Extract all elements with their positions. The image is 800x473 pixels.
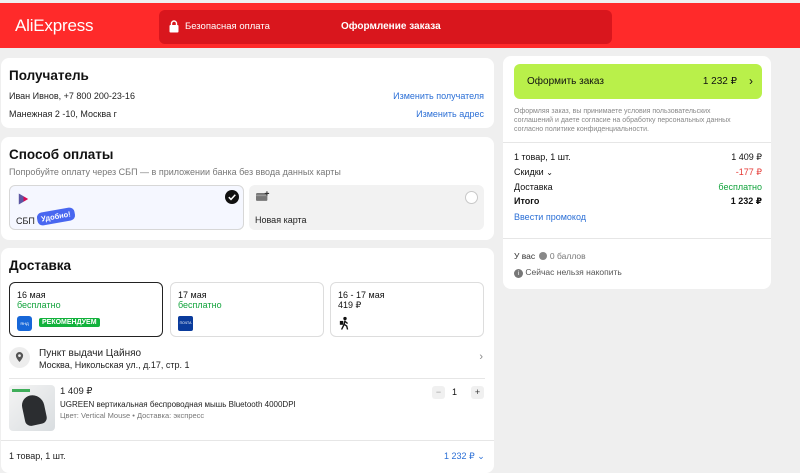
change-recipient-link[interactable]: Изменить получателя xyxy=(393,91,484,101)
place-order-button[interactable]: Оформить заказ 1 232 ₽ › xyxy=(514,64,762,99)
change-address-link[interactable]: Изменить адрес xyxy=(416,109,484,119)
chevron-down-icon: ⌄ xyxy=(546,168,553,177)
summary-row-delivery: Доставка бесплатно xyxy=(514,182,762,192)
points-note-text: Сейчас нельзя накопить xyxy=(525,267,622,277)
payment-hint: Попробуйте оплату через СБП — в приложен… xyxy=(9,167,341,177)
recipient-address: Манежная 2 -10, Москва г xyxy=(9,109,117,119)
quantity-increase-button[interactable]: + xyxy=(471,386,484,399)
summary-value: -177 ₽ xyxy=(735,167,762,177)
points-coin-icon xyxy=(538,252,547,260)
recommended-badge: РЕКОМЕНДУЕМ xyxy=(39,318,100,327)
points-note: i Сейчас нельзя накопить xyxy=(514,267,622,278)
secure-payment-label: Безопасная оплата xyxy=(185,21,270,32)
footer-total-value: 1 232 ₽ xyxy=(444,451,475,461)
quantity-decrease-button[interactable]: − xyxy=(432,386,445,399)
checkout-bar: Безопасная оплата Оформление заказа xyxy=(159,10,612,44)
summary-label: Доставка xyxy=(514,182,553,192)
sbp-label: СБП xyxy=(16,216,35,226)
delivery-date: 16 мая xyxy=(17,290,46,300)
pickup-point-address: Москва, Никольская ул., д.17, стр. 1 xyxy=(39,360,190,370)
recipient-heading: Получатель xyxy=(9,68,89,83)
product-price: 1 409 ₽ xyxy=(60,386,93,397)
delivery-option-3[interactable]: 16 - 17 мая 419 ₽ xyxy=(330,282,484,337)
pickup-point-icon xyxy=(9,347,30,368)
divider xyxy=(503,238,771,239)
chevron-right-icon: › xyxy=(749,74,753,88)
courier-icon xyxy=(339,316,349,330)
pickup-point-title: Пункт выдачи Цайняо xyxy=(39,348,142,359)
summary-value: 1 409 ₽ xyxy=(731,152,762,162)
points-prefix: У вас xyxy=(514,251,536,261)
divider xyxy=(503,142,771,143)
aliexpress-logo[interactable]: AliExpress xyxy=(15,16,94,36)
new-card-label: Новая карта xyxy=(255,215,307,225)
pickup-point-row[interactable]: Пункт выдачи Цайняо Москва, Никольская у… xyxy=(9,345,485,373)
product-thumbnail[interactable] xyxy=(9,385,55,431)
delivery-footer-count: 1 товар, 1 шт. xyxy=(9,451,66,461)
divider xyxy=(9,378,485,379)
summary-value: бесплатно xyxy=(718,182,762,192)
payment-option-new-card[interactable]: Новая карта xyxy=(249,185,484,230)
chevron-down-icon: ⌄ xyxy=(477,451,485,461)
product-row: 1 409 ₽ UGREEN вертикальная беспроводная… xyxy=(9,383,485,433)
legal-line-3: согласно политике конфиденциальности. xyxy=(514,126,649,133)
summary-label: Итого xyxy=(514,196,540,206)
page-title: Оформление заказа xyxy=(341,21,441,32)
recipient-card: Получатель Иван Ивнов, +7 800 200-23-16 … xyxy=(1,58,494,128)
summary-label: Скидки xyxy=(514,167,544,177)
sbp-convenient-badge: Удобно! xyxy=(36,206,76,227)
points-balance: У вас 0 баллов xyxy=(514,251,586,261)
selected-check-icon xyxy=(225,190,239,204)
russian-post-icon: ПОЧТА xyxy=(178,316,193,331)
delivery-option-2[interactable]: 17 мая бесплатно ПОЧТА xyxy=(170,282,324,337)
product-meta: Цвет: Vertical Mouse • Доставка: экспрес… xyxy=(60,411,205,420)
product-title[interactable]: UGREEN вертикальная беспроводная мышь Bl… xyxy=(60,400,296,409)
lock-icon xyxy=(169,20,179,33)
new-card-radio[interactable] xyxy=(465,191,478,204)
points-value: 0 баллов xyxy=(549,251,586,261)
quantity-value[interactable]: 1 xyxy=(452,387,457,397)
delivery-heading: Доставка xyxy=(9,258,72,273)
summary-row-discounts[interactable]: Скидки ⌄ -177 ₽ xyxy=(514,167,762,177)
summary-row-items: 1 товар, 1 шт. 1 409 ₽ xyxy=(514,152,762,162)
payment-heading: Способ оплаты xyxy=(9,147,114,162)
summary-row-total: Итого 1 232 ₽ xyxy=(514,196,762,206)
top-header: AliExpress Безопасная оплата Оформление … xyxy=(0,3,800,48)
place-order-total: 1 232 ₽ xyxy=(702,76,737,87)
place-order-label: Оформить заказ xyxy=(527,76,604,87)
delivery-date: 16 - 17 мая xyxy=(338,290,385,300)
yandex-delivery-icon: ЯНД xyxy=(17,316,32,331)
delivery-footer-total[interactable]: 1 232 ₽ ⌄ xyxy=(444,451,485,462)
legal-note: Оформляя заказ, вы принимаете условия по… xyxy=(514,107,764,134)
summary-label: 1 товар, 1 шт. xyxy=(514,152,571,162)
delivery-price: бесплатно xyxy=(17,300,61,310)
sbp-logo-icon xyxy=(18,193,29,205)
summary-value: 1 232 ₽ xyxy=(730,196,762,206)
enter-promo-code-link[interactable]: Ввести промокод xyxy=(514,212,586,222)
legal-line-2: соглашений и даете согласие на обработку… xyxy=(514,117,731,124)
info-icon: i xyxy=(514,269,523,278)
delivery-date: 17 мая xyxy=(178,290,207,300)
divider xyxy=(1,440,494,441)
payment-option-sbp[interactable]: СБП Удобно! xyxy=(9,185,244,230)
delivery-option-1[interactable]: 16 мая бесплатно ЯНД РЕКОМЕНДУЕМ xyxy=(9,282,163,337)
add-card-icon xyxy=(256,191,270,201)
delivery-price: 419 ₽ xyxy=(338,300,362,310)
chevron-right-icon: › xyxy=(479,351,483,363)
legal-line-1: Оформляя заказ, вы принимаете условия по… xyxy=(514,108,711,115)
delivery-price: бесплатно xyxy=(178,300,222,310)
recipient-name-phone: Иван Ивнов, +7 800 200-23-16 xyxy=(9,91,135,101)
